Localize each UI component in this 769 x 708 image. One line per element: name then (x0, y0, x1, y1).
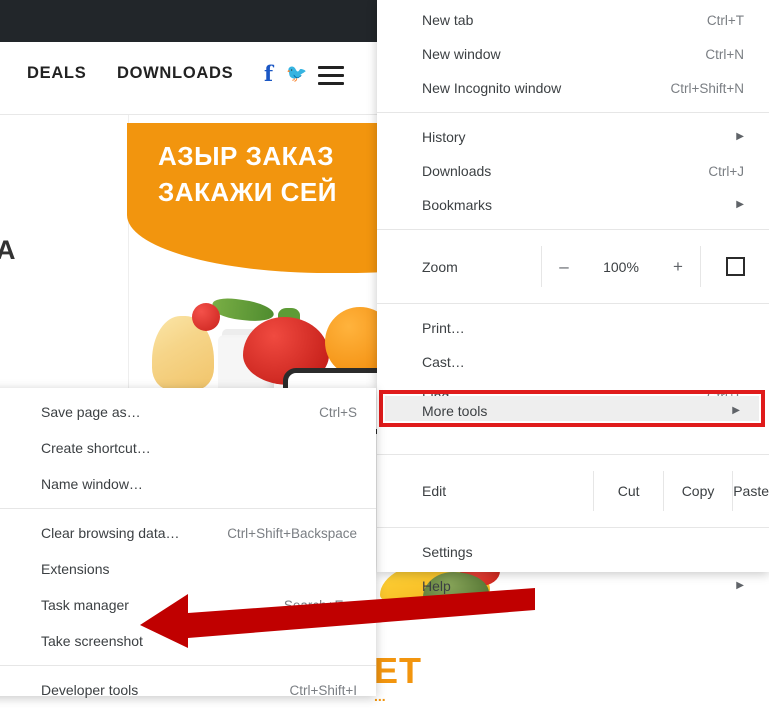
menu-item-print[interactable]: Print… (377, 311, 769, 345)
menu-item-downloads[interactable]: Downloads Ctrl+J (377, 154, 769, 188)
menu-item-label: Downloads (422, 163, 492, 179)
submenu-item-label: Take screenshot (41, 633, 143, 649)
submenu-item-create-shortcut[interactable]: Create shortcut… (0, 430, 376, 466)
menu-group-settings: Settings Help ▶ (377, 535, 769, 603)
submenu-group-tools: Clear browsing data… Ctrl+Shift+Backspac… (0, 515, 376, 659)
menu-item-label: Print… (422, 320, 465, 336)
menu-item-shortcut: Ctrl+T (706, 12, 744, 28)
submenu-item-shortcut: Search+Esc (283, 597, 357, 613)
submenu-item-label: Task manager (41, 597, 129, 613)
submenu-item-take-screenshot[interactable]: Take screenshot (0, 623, 376, 659)
menu-item-label: Cast… (422, 354, 465, 370)
edit-label: Edit (422, 483, 447, 499)
menu-item-settings[interactable]: Settings (377, 535, 769, 569)
zoom-level-value: 100% (603, 258, 639, 275)
menu-row-edit: Edit Cut Copy Paste (377, 462, 769, 520)
menu-separator (377, 454, 769, 455)
menu-separator (377, 527, 769, 528)
submenu-item-task-manager[interactable]: Task manager Search+Esc (0, 587, 376, 623)
submenu-item-developer-tools[interactable]: Developer tools Ctrl+Shift+I (0, 672, 376, 708)
menu-separator (377, 229, 769, 230)
zoom-in-button[interactable]: + (656, 237, 700, 296)
tomato-graphic (192, 303, 220, 331)
fullscreen-icon (725, 257, 745, 276)
nav-link-downloads[interactable]: DOWNLOADS (117, 64, 233, 83)
submenu-group-developer: Developer tools Ctrl+Shift+I (0, 672, 376, 708)
menu-item-more-tools[interactable]: More tools ▶ (379, 390, 765, 427)
submenu-item-extensions[interactable]: Extensions (0, 551, 376, 587)
chevron-right-icon: ▶ (736, 580, 744, 591)
promo-banner-line1: АЗЫР ЗАКАЗ (158, 141, 335, 171)
submenu-item-name-window[interactable]: Name window… (0, 466, 376, 502)
menu-item-label: Help (422, 578, 451, 594)
menu-item-new-tab[interactable]: New tab Ctrl+T (377, 3, 769, 37)
menu-group-new: New tab Ctrl+T New window Ctrl+N New Inc… (377, 0, 769, 105)
menu-item-label: Settings (422, 544, 473, 560)
menu-row-zoom: Zoom – 100% + (377, 237, 769, 296)
menu-item-label: New Incognito window (422, 80, 562, 96)
menu-item-history[interactable]: History ▶ (377, 120, 769, 154)
zoom-label: Zoom (422, 258, 458, 275)
hamburger-icon[interactable] (318, 66, 344, 90)
menu-item-shortcut: Ctrl+Shift+N (670, 80, 744, 96)
menu-item-bookmarks[interactable]: Bookmarks ▶ (377, 188, 769, 222)
menu-item-cast[interactable]: Cast… (377, 345, 769, 379)
submenu-item-label: Create shortcut… (41, 440, 151, 456)
submenu-item-shortcut: Ctrl+Shift+I (289, 682, 357, 698)
site-side-letter: А (0, 235, 16, 265)
fullscreen-button[interactable] (701, 237, 769, 296)
menu-item-label: New tab (422, 12, 474, 28)
edit-paste-button[interactable]: Paste (733, 462, 769, 520)
twitter-icon[interactable]: 🐦 (286, 64, 307, 84)
menu-item-shortcut: Ctrl+J (708, 163, 744, 179)
submenu-item-clear-browsing-data[interactable]: Clear browsing data… Ctrl+Shift+Backspac… (0, 515, 376, 551)
menu-group-browsing: History ▶ Downloads Ctrl+J Bookmarks ▶ (377, 120, 769, 222)
more-tools-submenu[interactable]: Save page as… Ctrl+S Create shortcut… Na… (0, 388, 376, 698)
chrome-main-menu[interactable]: New tab Ctrl+T New window Ctrl+N New Inc… (377, 0, 769, 594)
submenu-item-label: Save page as… (41, 404, 141, 420)
submenu-separator (0, 508, 376, 509)
chevron-right-icon: ▶ (732, 405, 740, 416)
submenu-item-label: Clear browsing data… (41, 525, 180, 541)
edit-cut-button[interactable]: Cut (594, 462, 662, 520)
menu-item-label: History (422, 129, 466, 145)
menu-item-label: More tools (422, 403, 488, 419)
submenu-item-label: Extensions (41, 561, 110, 577)
menu-item-shortcut: Ctrl+N (705, 46, 744, 62)
zoom-out-button[interactable]: – (542, 237, 586, 296)
edit-copy-button[interactable]: Copy (664, 462, 732, 520)
submenu-item-label: Name window… (41, 476, 143, 492)
menu-separator (377, 112, 769, 113)
submenu-item-shortcut: Ctrl+S (319, 404, 357, 420)
promo-banner-line2: ЗАКАЖИ СЕЙ (158, 177, 337, 207)
facebook-icon[interactable]: f (264, 61, 273, 86)
submenu-separator (0, 665, 376, 666)
menu-item-help[interactable]: Help ▶ (377, 569, 769, 603)
site-footer-logo: ET (374, 650, 423, 691)
submenu-item-save-page-as[interactable]: Save page as… Ctrl+S (0, 394, 376, 430)
nav-link-deals[interactable]: DEALS (27, 64, 86, 83)
chevron-right-icon: ▶ (736, 131, 744, 142)
menu-separator (377, 303, 769, 304)
submenu-group-page: Save page as… Ctrl+S Create shortcut… Na… (0, 394, 376, 502)
submenu-item-shortcut: Ctrl+Shift+Backspace (227, 525, 357, 541)
chevron-right-icon: ▶ (736, 199, 744, 210)
menu-item-label: New window (422, 46, 501, 62)
menu-item-new-window[interactable]: New window Ctrl+N (377, 37, 769, 71)
menu-item-new-incognito-window[interactable]: New Incognito window Ctrl+Shift+N (377, 71, 769, 105)
menu-item-label: Bookmarks (422, 197, 493, 213)
